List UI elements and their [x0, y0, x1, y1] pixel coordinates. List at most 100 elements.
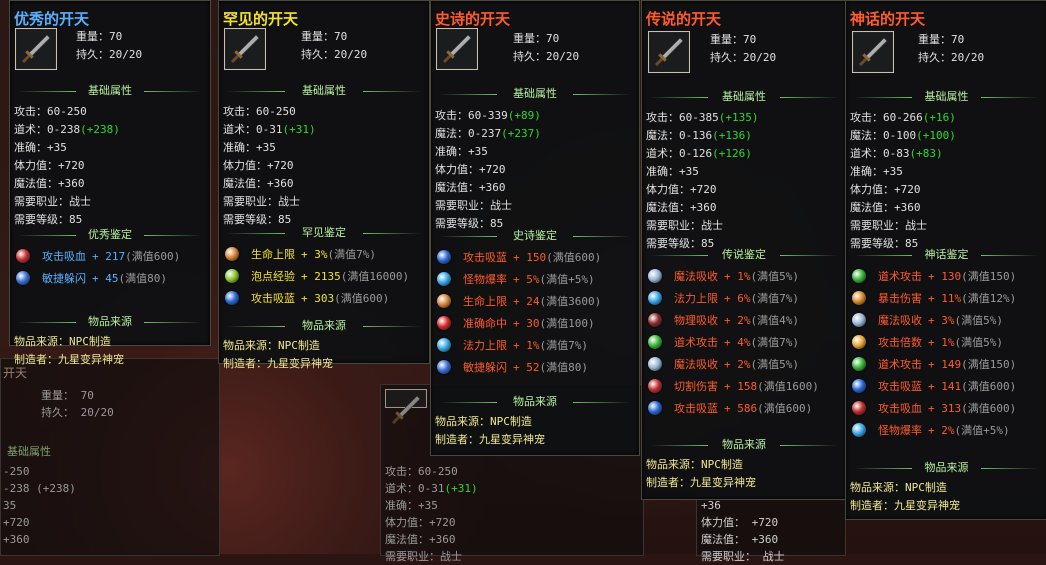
- cross-icon: [437, 316, 451, 330]
- appraisal-header: 传说鉴定: [642, 247, 846, 263]
- sword-icon: [648, 31, 690, 73]
- fist-icon: [852, 335, 866, 349]
- appraisal-row: 怪物爆率 + 5%(满值+5%): [437, 269, 601, 291]
- attr-value: 60-250: [47, 105, 87, 118]
- item-name: 罕见的开天: [223, 10, 299, 28]
- attr-bonus: (+136): [712, 129, 752, 142]
- attr-value: 战士: [278, 195, 300, 208]
- sword-icon: [15, 28, 57, 70]
- appraisal-row: 泡点经验 + 2135(满值16000): [225, 266, 409, 288]
- source-header: 物品来源: [642, 437, 846, 453]
- appraisal-name: 攻击吸蓝: [674, 402, 718, 415]
- source-info: 物品来源：NPC制造 制造者：九星变异神宠: [850, 479, 960, 515]
- source-label: 物品来源：: [850, 481, 905, 494]
- durability-label: 持久：: [76, 48, 109, 61]
- base-attr-header: 基础属性: [10, 83, 210, 99]
- appraisal-list: 魔法吸收 + 1%(满值5%) 法力上限 + 6%(满值7%) 物理吸收 + 2%(满值4…: [648, 266, 819, 420]
- appraisal-value: + 150: [513, 251, 547, 264]
- appraisal-name: 攻击吸血: [878, 402, 922, 415]
- base-attr-header: 基础属性: [431, 86, 639, 102]
- source-label: 物品来源：: [435, 415, 490, 428]
- attr-label: 攻击：: [14, 105, 47, 118]
- durability-row: 持久：20/20: [918, 49, 984, 67]
- appraisal-row: 生命上限 + 24(满值3600): [437, 291, 601, 313]
- appraisal-row: 敏捷躲闪 + 45(满值80): [16, 268, 180, 290]
- sword-icon: [385, 389, 427, 425]
- weight-row: 重量：70: [76, 28, 142, 46]
- appraisal-cap: (满值100): [539, 317, 595, 330]
- appraisal-value: + 3%: [928, 314, 955, 327]
- weight-row: 重量：70: [918, 31, 984, 49]
- durability-label: 持久：: [513, 50, 546, 63]
- appraisal-row: 魔法吸收 + 2%(满值5%): [648, 354, 819, 376]
- appraisal-value: + 313: [928, 402, 962, 415]
- red-rune-icon: [648, 313, 662, 327]
- appraisal-cap: (满值7%): [539, 339, 589, 352]
- attr-value: +360: [894, 201, 921, 214]
- weight-label: 重量：: [513, 32, 546, 45]
- durability-row: 持久：20/20: [513, 48, 579, 66]
- appraisal-name: 道术攻击: [878, 358, 922, 371]
- sword-icon: [224, 28, 266, 70]
- sparkle-icon: [648, 357, 662, 371]
- appraisal-value: + 5%: [513, 273, 540, 286]
- attr-value: 战士: [490, 199, 512, 212]
- attr-value: 0-83: [883, 147, 910, 160]
- appraisal-cap: (满值4%): [750, 314, 800, 327]
- appraisal-name: 法力上限: [463, 339, 507, 352]
- blue-swirl-icon: [437, 250, 451, 264]
- base-attr-row: 需要职业：战士: [435, 197, 541, 215]
- attr-label: 准确：: [435, 145, 468, 158]
- attr-value: +35: [47, 141, 67, 154]
- weight-label: 重量：: [76, 30, 109, 43]
- appraisal-value: + 2%: [724, 358, 751, 371]
- attr-label: 道术：: [646, 147, 679, 160]
- appraisal-cap: (满值150): [961, 358, 1017, 371]
- appraisal-row: 暴击伤害 + 11%(满值12%): [852, 288, 1016, 310]
- attr-label: 准确：: [646, 165, 679, 178]
- appraisal-value: + 141: [928, 380, 962, 393]
- ghost-line: +720: [3, 516, 30, 529]
- weight-value: 70: [743, 33, 757, 46]
- ghost-value: 60-250: [418, 465, 458, 478]
- maker-row: 制造者：九星变异神宠: [850, 497, 960, 515]
- appraisal-value: + 158: [724, 380, 758, 393]
- appraisal-cap: (满值3600): [539, 295, 602, 308]
- attr-value: 0-100: [883, 129, 917, 142]
- ghost-label: 攻击：: [385, 465, 418, 478]
- base-attr-list: 攻击：60-385(+135) 魔法：0-136(+136) 道术：0-126(+1…: [646, 109, 759, 253]
- base-attr-row: 攻击：60-250: [223, 103, 316, 121]
- appraisal-name: 怪物爆率: [463, 273, 507, 286]
- appraisal-row: 敏捷躲闪 + 52(满值80): [437, 357, 601, 379]
- ghost-line: 需要职业： 战士: [701, 550, 785, 563]
- appraisal-cap: (满值16000): [340, 270, 410, 283]
- red-rune-icon: [852, 401, 866, 415]
- appraisal-name: 泡点经验: [251, 270, 295, 283]
- attr-value: +360: [479, 181, 506, 194]
- ghost-durability: 持久： 20/20: [41, 406, 114, 419]
- source-header: 物品来源: [846, 460, 1046, 476]
- appraisal-value: + 130: [928, 270, 962, 283]
- sparkle-icon: [648, 269, 662, 283]
- cyan-orb-icon: [648, 291, 662, 305]
- attr-label: 体力值：: [435, 163, 479, 176]
- weight-row: 重量：70: [710, 31, 776, 49]
- base-attr-row: 魔法值：+360: [850, 199, 956, 217]
- base-attr-row: 道术：0-31(+31): [223, 121, 316, 139]
- appraisal-row: 道术攻击 + 149(满值150): [852, 354, 1016, 376]
- exp-icon: [225, 269, 239, 283]
- attr-label: 攻击：: [223, 105, 256, 118]
- base-attr-row: 准确：+35: [646, 163, 759, 181]
- appraisal-name: 魔法吸收: [674, 358, 718, 371]
- appraisal-cap: (满值80): [539, 361, 589, 374]
- attr-value: +360: [267, 177, 294, 190]
- base-attr-row: 体力值：+720: [646, 181, 759, 199]
- base-attr-row: 体力值：+720: [850, 181, 956, 199]
- base-attr-row: 攻击：60-266(+16): [850, 109, 956, 127]
- item-tooltip-4: 传说的开天 重量：70 持久：20/20 基础属性 攻击：60-385(+135) 魔法：…: [641, 0, 847, 500]
- weight-durability: 重量：70 持久：20/20: [513, 30, 579, 66]
- claw-icon: [852, 291, 866, 305]
- base-attr-row: 体力值：+720: [435, 161, 541, 179]
- red-rune-icon: [648, 379, 662, 393]
- appraisal-name: 攻击倍数: [878, 336, 922, 349]
